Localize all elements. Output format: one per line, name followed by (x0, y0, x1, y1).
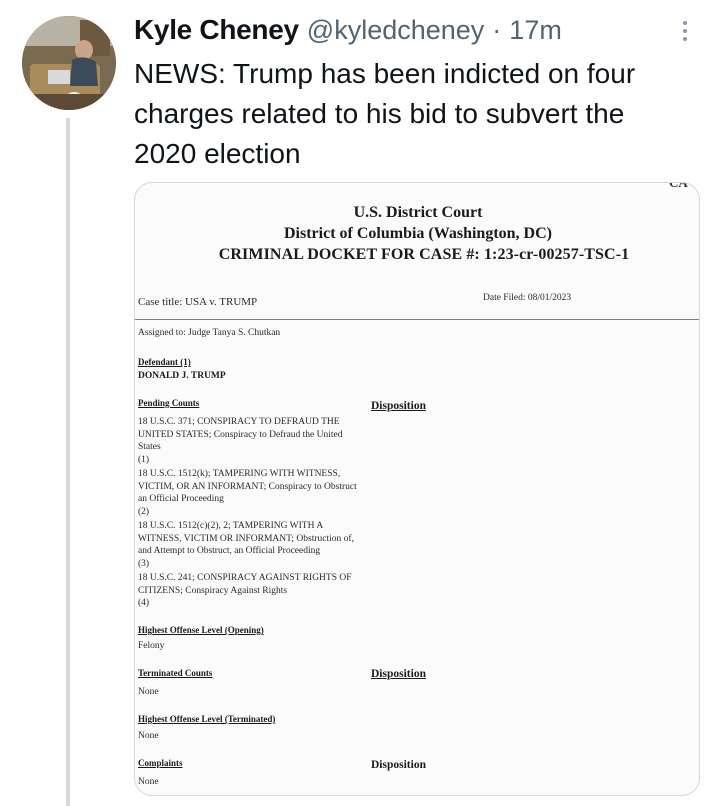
tweet-text: NEWS: Trump has been indicted on four ch… (134, 58, 636, 169)
count-number: (2) (138, 506, 150, 517)
tweet-image[interactable]: CA U.S. District Court District of Colum… (134, 182, 700, 796)
highest-terminated-value: None (138, 731, 159, 741)
more-dot (683, 21, 687, 25)
doc-corner-fragment: CA (669, 182, 688, 190)
user-handle[interactable]: @kyledcheney (307, 15, 485, 46)
count-item: 18 U.S.C. 1512(k); TAMPERING WITH WITNES… (138, 468, 363, 518)
thread-line (66, 118, 70, 806)
defendant-name: DONALD J. TRUMP (138, 371, 226, 381)
count-item: 18 U.S.C. 1512(c)(2), 2; TAMPERING WITH … (138, 520, 363, 570)
header-rule (135, 319, 699, 320)
terminated-disposition-label: Disposition (371, 668, 426, 680)
complaints-label: Complaints (138, 758, 183, 768)
highest-opening-value: Felony (138, 641, 165, 651)
display-name[interactable]: Kyle Cheney (134, 14, 299, 46)
pending-counts-label: Pending Counts (138, 398, 200, 408)
separator-dot: · (492, 15, 502, 45)
docket-title: CRIMINAL DOCKET FOR CASE #: 1:23-cr-0025… (218, 246, 630, 263)
avatar-photo (22, 16, 116, 110)
more-dot (683, 37, 687, 41)
assigned-judge: Assigned to: Judge Tanya S. Chutkan (138, 328, 281, 338)
highest-opening-label: Highest Offense Level (Opening) (138, 625, 264, 635)
highest-terminated-label: Highest Offense Level (Terminated) (138, 714, 276, 724)
terminated-counts-value: None (138, 687, 159, 697)
count-item: 18 U.S.C. 241; CONSPIRACY AGAINST RIGHTS… (138, 572, 363, 610)
more-options-icon[interactable] (676, 18, 694, 44)
count-text: 18 U.S.C. 1512(k); TAMPERING WITH WITNES… (138, 469, 357, 504)
complaints-value: None (138, 777, 159, 787)
tweet-header: Kyle Cheney @kyledcheney · 17m (134, 14, 562, 46)
timestamp[interactable]: 17m (509, 15, 562, 46)
count-number: (3) (138, 558, 150, 569)
more-dot (683, 29, 687, 33)
count-text: 18 U.S.C. 241; CONSPIRACY AGAINST RIGHTS… (138, 573, 352, 596)
case-title: Case title: USA v. TRUMP (138, 296, 258, 308)
pending-disposition-label: Disposition (371, 400, 426, 412)
terminated-counts-label: Terminated Counts (138, 668, 213, 678)
count-text: 18 U.S.C. 371; CONSPIRACY TO DEFRAUD THE… (138, 417, 343, 452)
docket-document: CA U.S. District Court District of Colum… (135, 182, 699, 795)
count-number: (4) (138, 598, 150, 608)
complaints-disposition-label: Disposition (371, 759, 426, 771)
avatar[interactable] (22, 16, 116, 110)
count-item: 18 U.S.C. 371; CONSPIRACY TO DEFRAUD THE… (138, 416, 363, 466)
court-name: U.S. District Court (353, 204, 483, 221)
count-text: 18 U.S.C. 1512(c)(2), 2; TAMPERING WITH … (138, 521, 354, 556)
defendant-label: Defendant (1) (138, 357, 191, 367)
date-filed: Date Filed: 08/01/2023 (483, 293, 572, 303)
district-name: District of Columbia (Washington, DC) (283, 225, 552, 242)
count-number: (1) (138, 454, 150, 465)
